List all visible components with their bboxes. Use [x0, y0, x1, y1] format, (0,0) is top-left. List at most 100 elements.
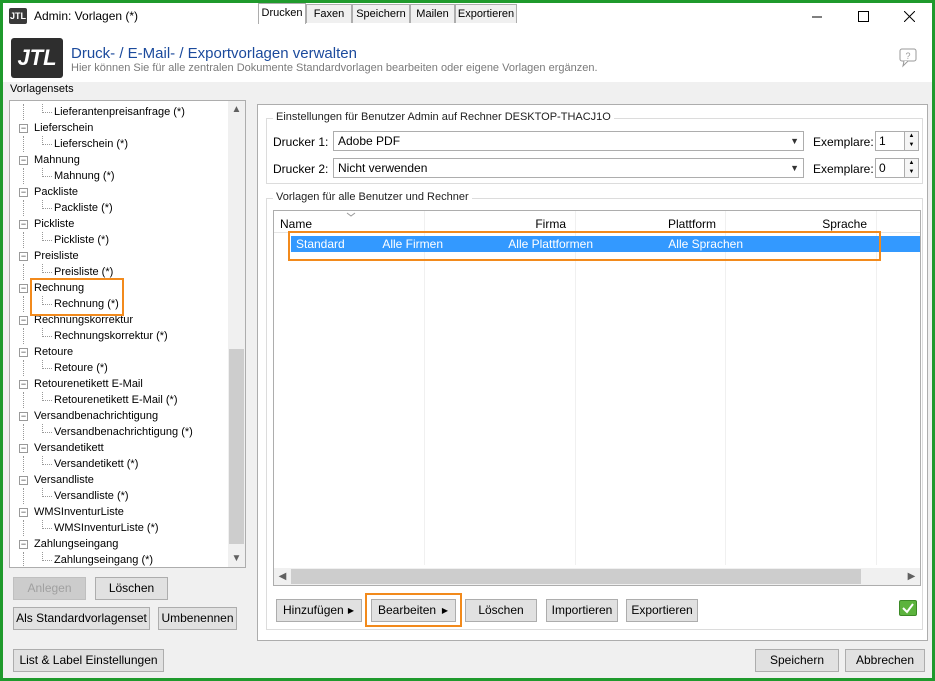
tree-line — [42, 552, 52, 561]
bearbeiten-button[interactable]: Bearbeiten ▶ — [371, 599, 456, 622]
tree-leaf[interactable]: Rechnungskorrektur (*) — [10, 328, 228, 344]
scroll-down-icon[interactable]: ▼ — [228, 550, 245, 567]
tree-node[interactable]: − WMSInventurListe — [10, 504, 228, 520]
tree-line — [42, 360, 52, 369]
tree-leaf-label: Mahnung (*) — [54, 170, 115, 182]
scroll-right-icon[interactable]: ▶ — [903, 568, 920, 585]
tree-leaf[interactable]: Mahnung (*) — [10, 168, 228, 184]
scroll-up-icon[interactable]: ▲ — [228, 101, 245, 118]
tree-leaf[interactable]: WMSInventurListe (*) — [10, 520, 228, 536]
tree-leaf-label: Lieferantenpreisanfrage (*) — [54, 106, 185, 118]
collapse-icon[interactable]: − — [19, 284, 28, 293]
caret-right-icon: ▶ — [347, 606, 354, 615]
tree-leaf[interactable]: Versandliste (*) — [10, 488, 228, 504]
stepper-up-icon[interactable]: ▲ — [904, 159, 918, 168]
collapse-icon[interactable]: − — [19, 540, 28, 549]
minimize-button[interactable] — [794, 3, 840, 30]
grid-hscrollbar[interactable]: ◀ ▶ — [274, 568, 920, 585]
collapse-icon[interactable]: − — [19, 188, 28, 197]
tree-node[interactable]: − Retourenetikett E-Mail — [10, 376, 228, 392]
drucker1-label: Drucker 1: — [273, 135, 329, 149]
importieren-button[interactable]: Importieren — [546, 599, 618, 622]
collapse-icon[interactable]: − — [19, 316, 28, 325]
umbenennen-button[interactable]: Umbenennen — [158, 607, 237, 630]
loeschen-set-button[interactable]: Löschen — [95, 577, 168, 600]
save-button[interactable]: Speichern — [755, 649, 839, 672]
tree-node[interactable]: − Versandbenachrichtigung — [10, 408, 228, 424]
collapse-icon[interactable]: − — [19, 348, 28, 357]
exemplare2-stepper[interactable]: 0 ▲ ▼ — [875, 158, 919, 178]
tree-node[interactable]: − Versandliste — [10, 472, 228, 488]
grid-header: Name Firma Plattform Sprache — [274, 211, 920, 233]
drucker1-select[interactable]: Adobe PDF ▼ — [333, 131, 804, 151]
tree-node[interactable]: − Rechnungskorrektur — [10, 312, 228, 328]
tab-faxen[interactable]: Faxen — [306, 4, 352, 23]
tree-leaf[interactable]: Rechnung (*) — [10, 296, 228, 312]
tree-line — [23, 520, 24, 536]
exportieren-button[interactable]: Exportieren — [626, 599, 698, 622]
close-button[interactable] — [886, 3, 932, 30]
exemplare1-value: 1 — [879, 134, 886, 148]
col-name[interactable]: Name — [280, 217, 312, 231]
vorlagensets-tree[interactable]: Lieferantenpreisanfrage (*) − Lieferschein… — [9, 100, 246, 568]
tree-node[interactable]: − Preisliste — [10, 248, 228, 264]
tree-node[interactable]: − Rechnung — [10, 280, 228, 296]
col-plattform[interactable]: Plattform — [668, 217, 716, 231]
collapse-icon[interactable]: − — [19, 412, 28, 421]
drucker1-value: Adobe PDF — [338, 134, 401, 148]
tree-node[interactable]: − Mahnung — [10, 152, 228, 168]
tree-node[interactable]: − Zahlungseingang — [10, 536, 228, 552]
tree-leaf[interactable]: Versandetikett (*) — [10, 456, 228, 472]
collapse-icon[interactable]: − — [19, 444, 28, 453]
tree-node[interactable]: − Retoure — [10, 344, 228, 360]
tab-speichern[interactable]: Speichern — [352, 4, 410, 23]
collapse-icon[interactable]: − — [19, 156, 28, 165]
tab-drucken[interactable]: Drucken — [258, 3, 306, 24]
col-separator — [725, 211, 726, 565]
collapse-icon[interactable]: − — [19, 252, 28, 261]
tree-leaf[interactable]: Preisliste (*) — [10, 264, 228, 280]
collapse-icon[interactable]: − — [19, 508, 28, 517]
table-row[interactable]: Standard Alle Firmen Alle Plattformen Al… — [291, 236, 920, 252]
tree-line — [42, 520, 52, 529]
tree-node[interactable]: − Pickliste — [10, 216, 228, 232]
collapse-icon[interactable]: − — [19, 124, 28, 133]
tree-leaf[interactable]: Lieferschein (*) — [10, 136, 228, 152]
stepper-up-icon[interactable]: ▲ — [904, 132, 918, 141]
tree-node[interactable]: − Versandetikett — [10, 440, 228, 456]
stepper-down-icon[interactable]: ▼ — [904, 141, 918, 150]
tree-leaf[interactable]: Retourenetikett E-Mail (*) — [10, 392, 228, 408]
tree-scrollbar[interactable]: ▲ ▼ — [228, 101, 245, 567]
cancel-button[interactable]: Abbrechen — [845, 649, 925, 672]
hinzufuegen-button[interactable]: Hinzufügen ▶ — [276, 599, 362, 622]
tree-node-label: Retoure — [34, 346, 74, 358]
col-firma[interactable]: Firma — [535, 217, 566, 231]
tab-exportieren[interactable]: Exportieren — [455, 4, 517, 23]
collapse-icon[interactable]: − — [19, 380, 28, 389]
templates-grid[interactable]: Name Firma Plattform Sprache Standard Al… — [273, 210, 921, 586]
help-icon[interactable]: ? — [898, 48, 920, 68]
drucker2-select[interactable]: Nicht verwenden ▼ — [333, 158, 804, 178]
collapse-icon[interactable]: − — [19, 220, 28, 229]
exemplare1-stepper[interactable]: 1 ▲ ▼ — [875, 131, 919, 151]
tree-scroll-thumb[interactable] — [229, 349, 244, 544]
tree-leaf[interactable]: Retoure (*) — [10, 360, 228, 376]
stepper-down-icon[interactable]: ▼ — [904, 168, 918, 177]
grid-scroll-thumb[interactable] — [291, 569, 861, 584]
col-sprache[interactable]: Sprache — [822, 217, 867, 231]
tree-leaf[interactable]: Versandbenachrichtigung (*) — [10, 424, 228, 440]
tree-leaf[interactable]: Zahlungseingang (*) — [10, 552, 228, 567]
scroll-left-icon[interactable]: ◀ — [274, 568, 291, 585]
tree-node[interactable]: − Packliste — [10, 184, 228, 200]
anlegen-button[interactable]: Anlegen — [13, 577, 86, 600]
tree-leaf[interactable]: Pickliste (*) — [10, 232, 228, 248]
maximize-button[interactable] — [840, 3, 886, 30]
list-label-settings-button[interactable]: List & Label Einstellungen — [13, 649, 164, 672]
standard-set-button[interactable]: Als Standardvorlagenset — [13, 607, 150, 630]
tab-mailen[interactable]: Mailen — [410, 4, 455, 23]
collapse-icon[interactable]: − — [19, 476, 28, 485]
tree-leaf[interactable]: Packliste (*) — [10, 200, 228, 216]
loeschen-template-button[interactable]: Löschen — [465, 599, 537, 622]
tree-node[interactable]: − Lieferschein — [10, 120, 228, 136]
tree-leaf[interactable]: Lieferantenpreisanfrage (*) — [10, 104, 228, 120]
